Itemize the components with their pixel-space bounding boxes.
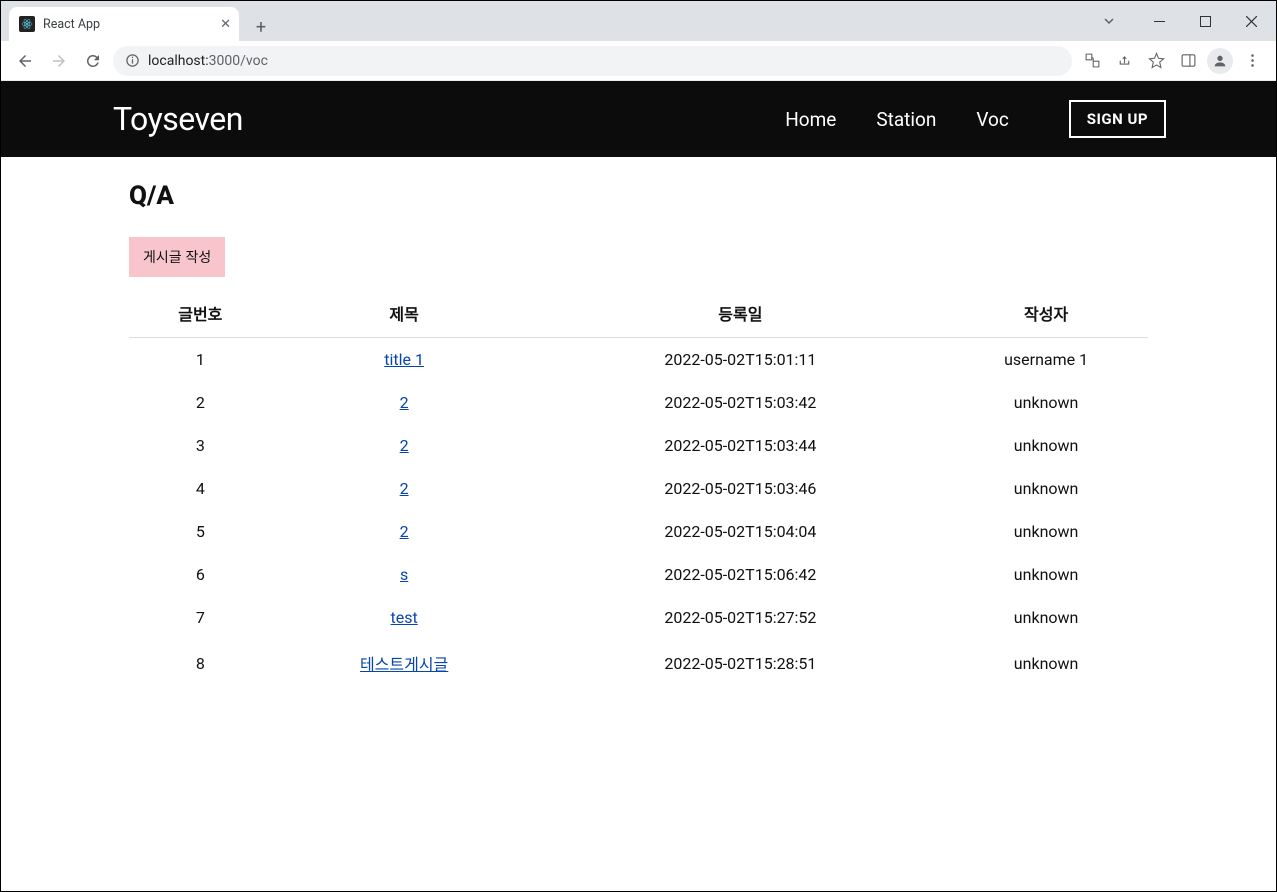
post-link[interactable]: 2 — [400, 479, 409, 498]
col-header-no: 글번호 — [129, 291, 272, 338]
cell-title: s — [272, 553, 537, 596]
cell-date: 2022-05-02T15:01:11 — [537, 338, 945, 382]
back-button[interactable] — [11, 47, 39, 75]
cell-title: test — [272, 596, 537, 639]
share-icon[interactable] — [1110, 47, 1138, 75]
qa-table: 글번호 제목 등록일 작성자 1 title 1 2022-05-02T15:01:… — [129, 291, 1148, 687]
post-link[interactable]: 2 — [400, 436, 409, 455]
cell-date: 2022-05-02T15:03:44 — [537, 424, 945, 467]
window-close-button[interactable] — [1234, 7, 1268, 35]
profile-avatar[interactable] — [1206, 47, 1234, 75]
page-body: Q/A 게시글 작성 글번호 제목 등록일 작성자 1 title 1 2022-0… — [1, 157, 1276, 711]
kebab-menu-icon[interactable] — [1238, 47, 1266, 75]
table-row: 6 s 2022-05-02T15:06:42unknown — [129, 553, 1148, 596]
translate-icon[interactable] — [1078, 47, 1106, 75]
url-text: localhost:3000/voc — [148, 53, 268, 69]
brand-logo[interactable]: Toyseven — [113, 100, 243, 138]
nav-link-station[interactable]: Station — [876, 108, 936, 131]
cell-title: title 1 — [272, 338, 537, 382]
window-minimize-button[interactable] — [1142, 7, 1176, 35]
cell-date: 2022-05-02T15:27:52 — [537, 596, 945, 639]
nav-link-voc[interactable]: Voc — [976, 108, 1008, 131]
col-header-title: 제목 — [272, 291, 537, 338]
cell-no: 6 — [129, 553, 272, 596]
post-link[interactable]: 2 — [400, 393, 409, 412]
cell-author: unknown — [944, 596, 1148, 639]
cell-author: unknown — [944, 510, 1148, 553]
cell-title: 2 — [272, 510, 537, 553]
cell-date: 2022-05-02T15:03:42 — [537, 381, 945, 424]
cell-author: unknown — [944, 639, 1148, 687]
cell-no: 5 — [129, 510, 272, 553]
table-row: 7 test 2022-05-02T15:27:52unknown — [129, 596, 1148, 639]
post-link[interactable]: title 1 — [384, 350, 424, 369]
cell-author: unknown — [944, 467, 1148, 510]
app-navbar: Toyseven Home Station Voc SIGN UP — [1, 81, 1276, 157]
cell-date: 2022-05-02T15:04:04 — [537, 510, 945, 553]
page-title: Q/A — [129, 181, 1148, 211]
cell-no: 7 — [129, 596, 272, 639]
side-panel-icon[interactable] — [1174, 47, 1202, 75]
post-link[interactable]: 테스트게시글 — [360, 655, 448, 674]
cell-author: unknown — [944, 381, 1148, 424]
cell-title: 2 — [272, 424, 537, 467]
window-maximize-button[interactable] — [1188, 7, 1222, 35]
browser-chrome: React App ✕ + localhost:3000/voc — [1, 1, 1276, 81]
signup-button[interactable]: SIGN UP — [1069, 100, 1166, 138]
bookmark-icon[interactable] — [1142, 47, 1170, 75]
table-row: 1 title 1 2022-05-02T15:01:11username 1 — [129, 338, 1148, 382]
tab-title: React App — [43, 17, 100, 32]
post-link[interactable]: 2 — [400, 522, 409, 541]
cell-no: 1 — [129, 338, 272, 382]
table-row: 5 2 2022-05-02T15:04:04unknown — [129, 510, 1148, 553]
post-link[interactable]: s — [400, 565, 408, 584]
cell-date: 2022-05-02T15:03:46 — [537, 467, 945, 510]
cell-no: 4 — [129, 467, 272, 510]
write-post-button[interactable]: 게시글 작성 — [129, 237, 225, 277]
cell-no: 8 — [129, 639, 272, 687]
col-header-date: 등록일 — [537, 291, 945, 338]
cell-date: 2022-05-02T15:06:42 — [537, 553, 945, 596]
col-header-author: 작성자 — [944, 291, 1148, 338]
nav-link-home[interactable]: Home — [785, 108, 836, 131]
app-content: Toyseven Home Station Voc SIGN UP Q/A 게시… — [1, 81, 1276, 891]
post-link[interactable]: test — [391, 608, 418, 627]
react-favicon-icon — [19, 16, 35, 32]
table-row: 8 테스트게시글 2022-05-02T15:28:51unknown — [129, 639, 1148, 687]
forward-button[interactable] — [45, 47, 73, 75]
table-row: 3 2 2022-05-02T15:03:44unknown — [129, 424, 1148, 467]
table-row: 2 2 2022-05-02T15:03:42unknown — [129, 381, 1148, 424]
cell-title: 2 — [272, 381, 537, 424]
cell-date: 2022-05-02T15:28:51 — [537, 639, 945, 687]
address-bar[interactable]: localhost:3000/voc — [113, 46, 1072, 76]
reload-button[interactable] — [79, 47, 107, 75]
table-header-row: 글번호 제목 등록일 작성자 — [129, 291, 1148, 338]
cell-no: 2 — [129, 381, 272, 424]
close-tab-button[interactable]: ✕ — [220, 17, 231, 32]
cell-author: username 1 — [944, 338, 1148, 382]
cell-no: 3 — [129, 424, 272, 467]
new-tab-button[interactable]: + — [247, 13, 275, 41]
tab-search-button[interactable] — [1102, 13, 1116, 32]
browser-tab[interactable]: React App ✕ — [9, 7, 239, 41]
cell-author: unknown — [944, 553, 1148, 596]
site-info-icon[interactable] — [125, 53, 140, 68]
table-row: 4 2 2022-05-02T15:03:46unknown — [129, 467, 1148, 510]
cell-title: 2 — [272, 467, 537, 510]
cell-author: unknown — [944, 424, 1148, 467]
cell-title: 테스트게시글 — [272, 639, 537, 687]
